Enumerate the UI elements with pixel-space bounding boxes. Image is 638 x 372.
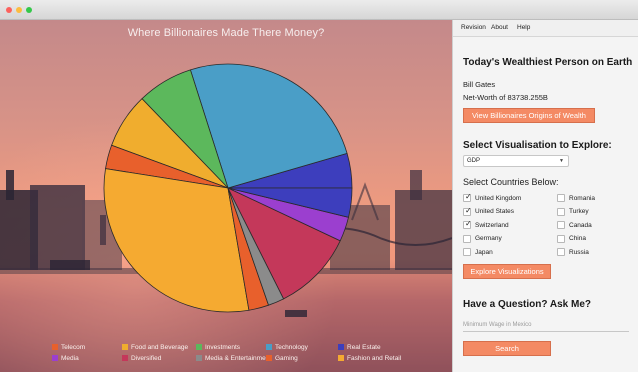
- wealthiest-name: Bill Gates: [463, 80, 496, 89]
- wealthiest-heading: Today's Wealthiest Person on Earth: [463, 57, 633, 68]
- checkbox-canada[interactable]: [557, 221, 565, 229]
- menu-bar: Revision About Help: [453, 20, 638, 37]
- checkbox-label: Canada: [569, 221, 592, 229]
- legend-swatch: [52, 355, 58, 361]
- legend-item: Media: [52, 354, 79, 364]
- legend-swatch: [266, 355, 272, 361]
- checkbox-turkey[interactable]: [557, 207, 565, 216]
- menu-help[interactable]: Help: [517, 24, 530, 31]
- legend-swatch: [122, 355, 128, 361]
- legend-item: Investments: [196, 343, 240, 353]
- legend-item: Media & Entertainment: [196, 354, 271, 364]
- legend-label: Technology: [275, 344, 308, 351]
- visualisation-selected-value: GDP: [467, 158, 481, 164]
- legend-label: Media: [61, 355, 79, 362]
- checkbox-switzerland[interactable]: ✓: [463, 219, 472, 229]
- legend-label: Fashion and Retail: [347, 355, 402, 362]
- chevron-down-icon: ▼: [559, 158, 564, 164]
- legend-swatch: [196, 355, 202, 361]
- menu-about[interactable]: About: [491, 24, 508, 31]
- checkbox-germany[interactable]: [463, 234, 471, 243]
- legend-swatch: [266, 344, 272, 350]
- checkbox-label: Romania: [569, 194, 596, 202]
- checkbox-label: United States: [475, 208, 515, 215]
- pie-chart: [103, 63, 353, 313]
- checkbox-japan[interactable]: [463, 248, 471, 256]
- legend-label: Food and Beverage: [131, 344, 189, 351]
- menu-revision[interactable]: Revision: [461, 24, 486, 31]
- legend-label: Telecom: [61, 344, 86, 351]
- window-titlebar: [0, 0, 638, 20]
- legend-item: Technology: [266, 343, 308, 353]
- countries-heading: Select Countries Below:: [463, 177, 559, 187]
- legend-swatch: [338, 344, 344, 350]
- close-window-button[interactable]: [6, 7, 12, 13]
- minimize-window-button[interactable]: [16, 7, 22, 13]
- zoom-window-button[interactable]: [26, 7, 32, 13]
- checkmark-icon: ✓: [465, 219, 472, 228]
- pie-slice-fashion-and-retail: [103, 168, 250, 313]
- view-origins-button[interactable]: View Billionaires Origins of Wealth: [463, 108, 595, 123]
- checkbox-united-states[interactable]: ✓: [463, 205, 472, 216]
- checkbox-label: Germany: [475, 235, 502, 242]
- control-panel: Revision About Help Today's Wealthiest P…: [452, 20, 638, 372]
- checkbox-label: Japan: [475, 248, 493, 256]
- legend-label: Real Estate: [347, 344, 381, 351]
- legend-item: Food and Beverage: [122, 343, 188, 353]
- checkbox-label: China: [569, 235, 586, 242]
- visualisation-select[interactable]: GDP ▼: [463, 155, 569, 167]
- checkbox-label: Russia: [569, 248, 589, 256]
- checkbox-label: Switzerland: [475, 221, 509, 229]
- question-heading: Have a Question? Ask Me?: [463, 299, 591, 310]
- wealthiest-networth: Net-Worth of 83738.255B: [463, 93, 548, 102]
- legend-item: Real Estate: [338, 343, 381, 353]
- checkbox-label: United Kingdom: [475, 194, 522, 202]
- chart-legend: Telecom Food and Beverage Investments Techn…: [0, 342, 452, 372]
- legend-item: Fashion and Retail: [338, 354, 401, 364]
- checkmark-icon: ✓: [465, 192, 472, 201]
- legend-label: Gaming: [275, 355, 298, 362]
- legend-swatch: [196, 344, 202, 350]
- explore-visualizations-button[interactable]: Explore Visualizations: [463, 264, 551, 279]
- visualisation-heading: Select Visualisation to Explore:: [463, 140, 612, 151]
- legend-swatch: [52, 344, 58, 350]
- legend-label: Media & Entertainment: [205, 355, 272, 362]
- legend-label: Investments: [205, 344, 241, 351]
- legend-item: Gaming: [266, 354, 298, 364]
- legend-item: Diversified: [122, 354, 161, 364]
- legend-label: Diversified: [131, 355, 162, 362]
- question-input[interactable]: Minimum Wage in Mexico: [463, 320, 629, 332]
- legend-swatch: [338, 355, 344, 361]
- checkbox-russia[interactable]: [557, 248, 565, 256]
- checkbox-romania[interactable]: [557, 194, 565, 202]
- legend-swatch: [122, 344, 128, 350]
- chart-area: Where Billionaires Made There Money? Tel…: [0, 20, 452, 372]
- search-button[interactable]: Search: [463, 341, 551, 356]
- checkbox-china[interactable]: [557, 234, 565, 243]
- checkbox-label: Turkey: [569, 208, 589, 215]
- checkbox-united-kingdom[interactable]: ✓: [463, 192, 472, 202]
- checkmark-icon: ✓: [465, 205, 472, 215]
- legend-item: Telecom: [52, 343, 85, 353]
